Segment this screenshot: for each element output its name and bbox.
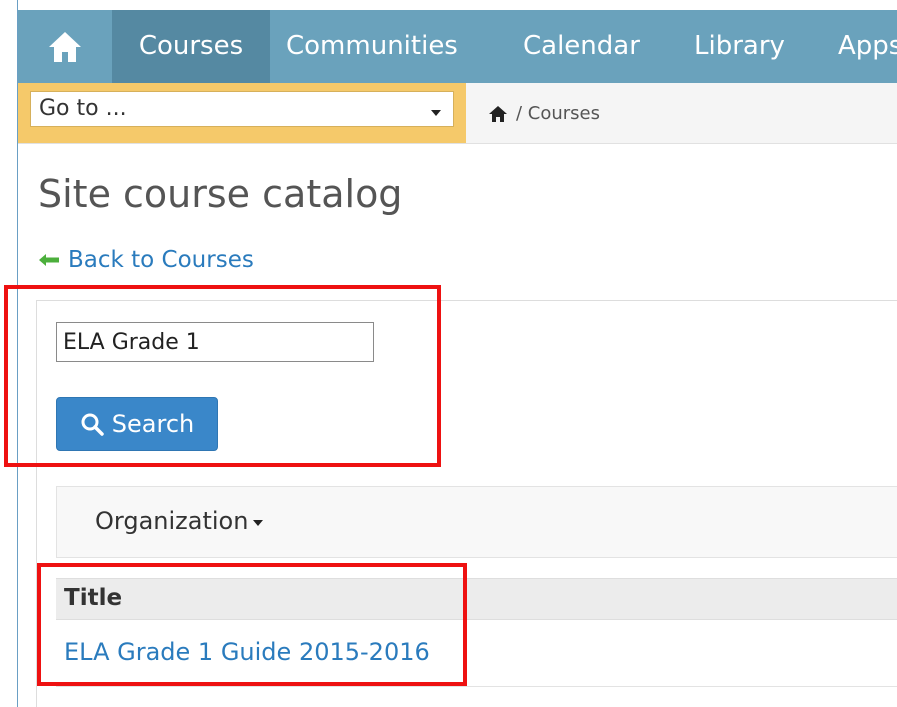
home-icon[interactable] — [488, 105, 508, 123]
window-top-margin — [17, 0, 897, 10]
page-title: Site course catalog — [38, 172, 403, 216]
row-divider — [56, 686, 897, 687]
breadcrumb-courses[interactable]: / Courses — [516, 103, 600, 124]
goto-select[interactable]: Go to ... — [30, 91, 454, 127]
breadcrumb: / Courses — [488, 103, 600, 124]
organization-dropdown[interactable]: Organization — [95, 507, 264, 535]
caret-down-icon — [253, 520, 264, 526]
goto-container: Go to ... — [18, 83, 466, 143]
organization-label: Organization — [95, 507, 249, 535]
caret-down-icon — [431, 110, 441, 116]
nav-item-communities[interactable]: Communities — [286, 10, 458, 83]
filter-bar: Organization — [56, 486, 897, 558]
arrow-left-icon — [39, 254, 59, 266]
back-link-label: Back to Courses — [68, 247, 254, 273]
nav-item-courses[interactable]: Courses — [112, 10, 270, 83]
nav-home-button[interactable] — [18, 10, 112, 83]
nav-item-apps[interactable]: Apps — [838, 10, 897, 83]
annotation-box-search — [4, 285, 441, 467]
goto-bar: Go to ... / Courses — [18, 83, 897, 144]
annotation-box-result — [37, 563, 467, 686]
goto-select-value: Go to ... — [39, 96, 127, 121]
top-navigation: Courses Communities Calendar Library App… — [18, 10, 897, 83]
back-to-courses-link[interactable]: Back to Courses — [38, 247, 254, 273]
home-icon — [49, 31, 81, 62]
nav-item-calendar[interactable]: Calendar — [523, 10, 640, 83]
nav-item-library[interactable]: Library — [694, 10, 785, 83]
